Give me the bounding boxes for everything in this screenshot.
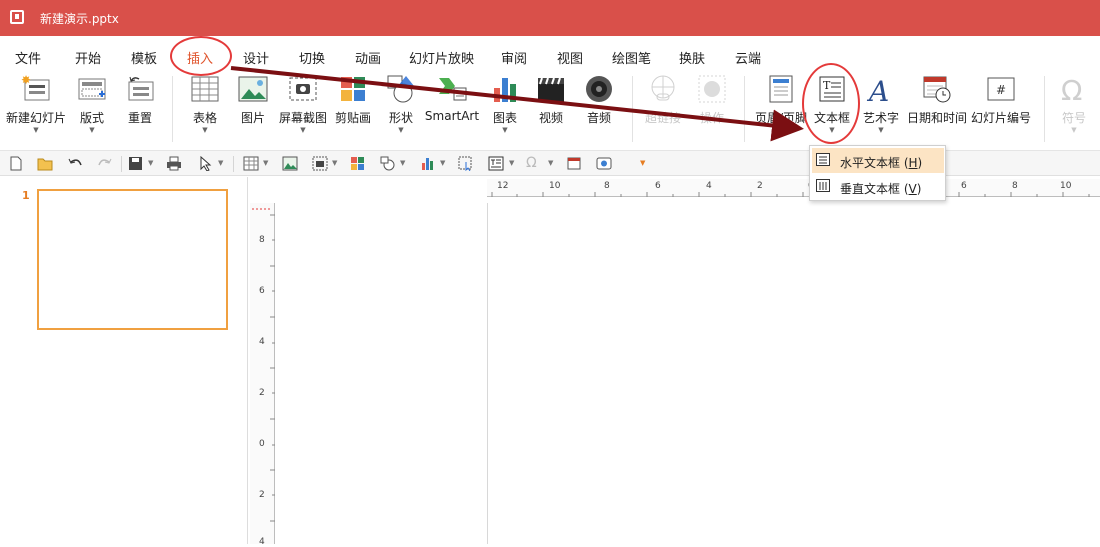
annotation-arrow	[230, 66, 804, 142]
